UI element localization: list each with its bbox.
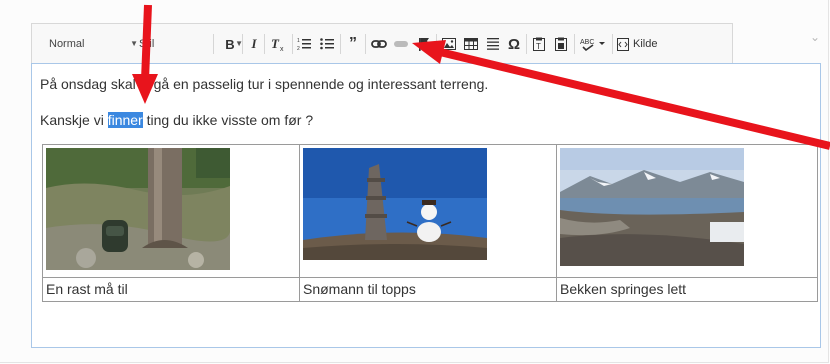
bold-icon: B	[225, 36, 235, 52]
source-icon	[617, 37, 629, 51]
paste-word-button[interactable]	[553, 33, 569, 55]
editor-content-area[interactable]: På onsdag skal vi gå en passelig tur i s…	[31, 63, 821, 348]
blockquote-button[interactable]: ”	[345, 33, 361, 55]
toolbar-separator	[526, 34, 527, 54]
format-value: Normal	[49, 37, 85, 50]
table-row: En rast må til Snømann til topps Bekken …	[42, 277, 818, 302]
italic-icon: I	[251, 36, 257, 51]
caption-cell[interactable]: Bekken springes lett	[556, 277, 818, 302]
blockquote-icon: ”	[349, 35, 357, 52]
table-icon	[464, 38, 478, 50]
unlink-button[interactable]	[392, 33, 410, 55]
toolbar-separator	[242, 34, 243, 54]
horizontal-line-icon	[487, 38, 499, 50]
toolbar-separator	[574, 34, 575, 54]
toolbar-separator	[340, 34, 341, 54]
table-cell[interactable]	[299, 144, 557, 278]
anchor-icon	[419, 38, 429, 51]
svg-text:2: 2	[297, 46, 300, 51]
numbered-list-icon: 12	[297, 38, 311, 51]
spellcheck-button[interactable]: ABC	[578, 33, 608, 55]
table-button[interactable]	[463, 33, 479, 55]
toolbar-separator	[365, 34, 366, 54]
toolbar-collapse-chevron-icon[interactable]: ⌄	[810, 30, 820, 44]
toolbar-separator	[612, 34, 613, 54]
selected-word: finner	[107, 112, 143, 128]
toolbar-separator	[213, 34, 214, 54]
italic-button[interactable]: I	[246, 33, 262, 55]
special-char-icon: Ω	[507, 35, 521, 53]
unlink-icon	[394, 41, 408, 47]
style-placeholder: Stil	[139, 37, 155, 50]
source-button[interactable]: Kilde	[617, 33, 667, 55]
image-icon	[442, 38, 456, 50]
special-char-button[interactable]: Ω	[506, 33, 522, 55]
source-label: Kilde	[633, 38, 658, 50]
paste-word-icon	[555, 37, 567, 51]
horizontal-line-button[interactable]	[485, 33, 501, 55]
anchor-button[interactable]	[416, 33, 432, 55]
paragraph-2: Kanskje vi finner ting du ikke visste om…	[40, 112, 313, 128]
paste-text-icon: T	[533, 37, 545, 51]
remove-format-icon: Tx	[271, 36, 284, 52]
paste-text-button[interactable]: T	[531, 33, 547, 55]
toolbar-separator	[264, 34, 265, 54]
image-snowman-summit[interactable]	[303, 148, 487, 263]
link-icon	[371, 40, 387, 48]
numbered-list-button[interactable]: 12	[296, 33, 312, 55]
caption-cell[interactable]: Snømann til topps	[299, 277, 557, 302]
link-button[interactable]	[370, 33, 388, 55]
table-cell[interactable]	[556, 144, 818, 278]
paragraph-1: På onsdag skal vi gå en passelig tur i s…	[40, 76, 489, 92]
toolbar-separator	[436, 34, 437, 54]
chevron-down-icon: ▼	[130, 38, 138, 48]
paragraph-2-text-before: Kanskje vi	[40, 112, 108, 128]
caption-cell[interactable]: En rast må til	[42, 277, 300, 302]
svg-text:T: T	[536, 42, 541, 51]
toolbar-separator	[292, 34, 293, 54]
format-dropdown[interactable]: Normal ▼	[49, 32, 144, 56]
paragraph-2-text-after: ting du ikke visste om før ?	[142, 112, 314, 128]
editor-toolbar: Normal ▼ Stil ▼ B I Tx 12 ” Ω T ABC Kild…	[31, 23, 733, 63]
svg-text:x: x	[280, 46, 284, 52]
image-stream-crossing[interactable]	[560, 148, 744, 269]
image-button[interactable]	[441, 33, 457, 55]
bulleted-list-icon	[320, 38, 334, 50]
spellcheck-icon: ABC	[580, 39, 605, 51]
remove-format-button[interactable]: Tx	[270, 33, 286, 55]
svg-text:1: 1	[297, 38, 300, 44]
content-table: En rast må til Snømann til topps Bekken …	[42, 144, 818, 302]
image-rest-stop[interactable]	[46, 148, 230, 273]
bold-button[interactable]: B	[222, 33, 238, 55]
table-row	[42, 144, 818, 278]
svg-text:T: T	[271, 36, 280, 51]
table-cell[interactable]	[42, 144, 300, 278]
bulleted-list-button[interactable]	[319, 33, 335, 55]
